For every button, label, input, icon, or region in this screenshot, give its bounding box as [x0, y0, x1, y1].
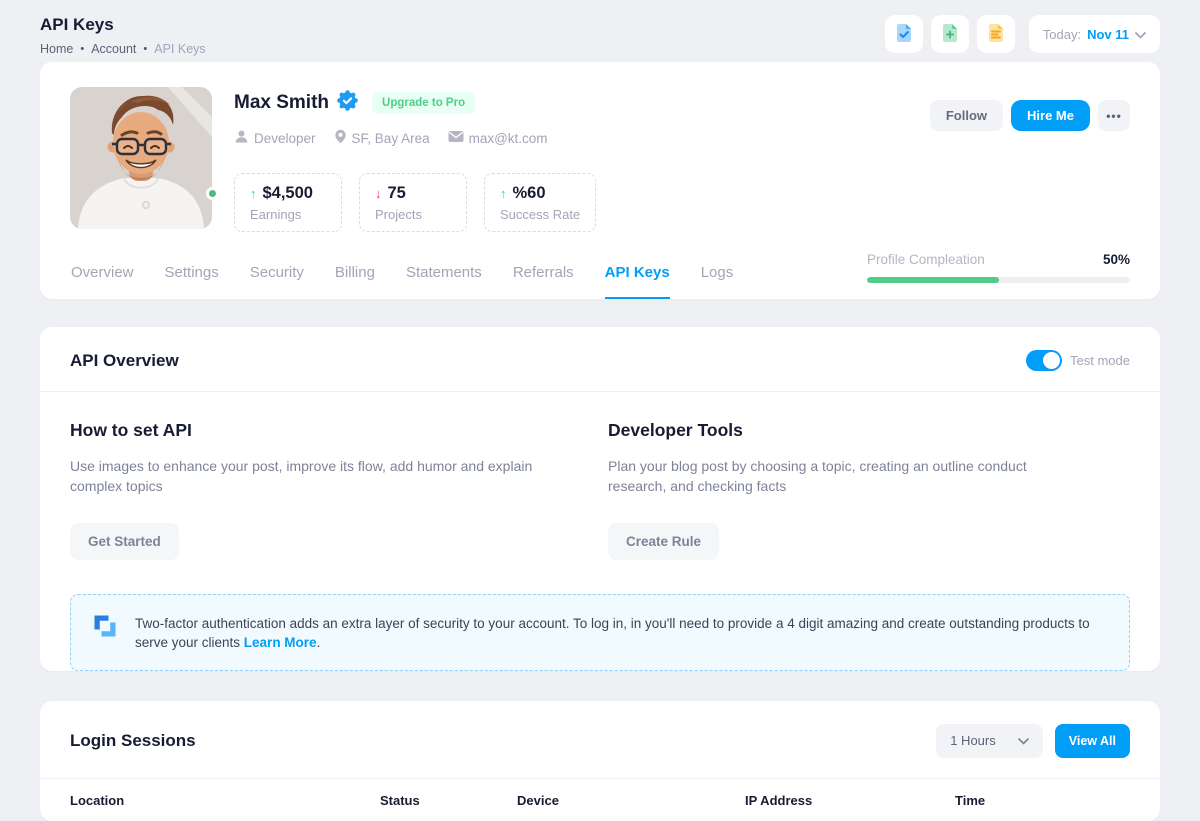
chevron-down-icon: [1135, 27, 1146, 42]
trend-down-icon: ↓: [375, 186, 382, 201]
notice-text: Two-factor authentication adds an extra …: [135, 612, 1109, 653]
stat-label: Projects: [375, 207, 451, 222]
sessions-actions: 1 Hours View All: [936, 724, 1130, 758]
doc-check-button[interactable]: [885, 15, 923, 53]
more-options-button[interactable]: •••: [1098, 100, 1130, 131]
stat-projects: ↓ 75 Projects: [359, 173, 467, 232]
crop-logo-icon: [91, 612, 119, 645]
verified-badge-icon: [337, 90, 358, 116]
column-location: Location: [70, 793, 380, 808]
date-value: Nov 11: [1087, 27, 1129, 42]
profile-stats: ↑ $4,500 Earnings ↓ 75 Projects: [234, 173, 1130, 232]
mail-icon: [448, 130, 464, 146]
doc-check-icon: [894, 23, 914, 46]
breadcrumb-account[interactable]: Account: [91, 42, 136, 56]
column-device: Device: [517, 793, 745, 808]
stat-value: 75: [388, 184, 406, 203]
get-started-button[interactable]: Get Started: [70, 523, 179, 560]
topbar-actions: Today: Nov 11: [885, 15, 1160, 53]
progress-label: Profile Compleation: [867, 252, 985, 267]
online-status-dot: [206, 187, 219, 200]
tab-referrals[interactable]: Referrals: [513, 264, 574, 299]
hire-me-button[interactable]: Hire Me: [1011, 100, 1090, 131]
profile-meta: Developer SF, Bay Area max@kt.com: [234, 129, 1130, 147]
tab-settings[interactable]: Settings: [165, 264, 219, 299]
avatar-illustration: [70, 87, 212, 229]
sessions-table-header: Location Status Device IP Address Time: [40, 779, 1160, 808]
period-value: 1 Hours: [950, 733, 996, 748]
profile-actions: Follow Hire Me •••: [930, 100, 1130, 131]
trend-up-icon: ↑: [250, 186, 257, 201]
page: API Keys Home • Account • API Keys: [0, 0, 1200, 800]
breadcrumb-dot: •: [143, 43, 147, 55]
api-overview-card: API Overview Test mode How to set API Us…: [40, 327, 1160, 671]
section-body: Plan your blog post by choosing a topic,…: [608, 457, 1076, 497]
test-mode-label: Test mode: [1070, 353, 1130, 368]
column-status: Status: [380, 793, 517, 808]
progress-value: 50%: [1103, 252, 1130, 267]
meta-role-label: Developer: [254, 131, 316, 146]
avatar: [70, 87, 212, 229]
login-sessions-title: Login Sessions: [70, 731, 196, 751]
notice-text-suffix: .: [317, 635, 321, 650]
login-sessions-card: Login Sessions 1 Hours View All Location…: [40, 701, 1160, 821]
view-all-button[interactable]: View All: [1055, 724, 1130, 758]
test-mode-toggle[interactable]: [1026, 350, 1062, 371]
meta-location: SF, Bay Area: [334, 129, 430, 147]
meta-email-label: max@kt.com: [469, 131, 548, 146]
breadcrumb: Home • Account • API Keys: [40, 42, 206, 56]
meta-email: max@kt.com: [448, 130, 548, 146]
api-overview-title: API Overview: [70, 351, 179, 371]
tab-security[interactable]: Security: [250, 264, 304, 299]
meta-location-label: SF, Bay Area: [352, 131, 430, 146]
topbar: API Keys Home • Account • API Keys: [40, 0, 1160, 60]
tab-statements[interactable]: Statements: [406, 264, 482, 299]
breadcrumb-current: API Keys: [154, 42, 205, 56]
stat-label: Success Rate: [500, 207, 580, 222]
learn-more-link[interactable]: Learn More: [244, 635, 317, 650]
column-time: Time: [955, 793, 1130, 808]
tab-billing[interactable]: Billing: [335, 264, 375, 299]
stat-label: Earnings: [250, 207, 326, 222]
doc-plus-button[interactable]: [931, 15, 969, 53]
column-ip-address: IP Address: [745, 793, 955, 808]
stat-value: %60: [513, 184, 546, 203]
topbar-left: API Keys Home • Account • API Keys: [40, 15, 206, 56]
stat-value: $4,500: [263, 184, 313, 203]
tab-overview[interactable]: Overview: [71, 264, 134, 299]
period-select[interactable]: 1 Hours: [936, 724, 1043, 758]
section-title: How to set API: [70, 420, 608, 441]
create-rule-button[interactable]: Create Rule: [608, 523, 719, 560]
tab-api-keys[interactable]: API Keys: [605, 264, 670, 299]
tab-logs[interactable]: Logs: [701, 264, 734, 299]
date-label: Today:: [1043, 27, 1081, 42]
stat-earnings: ↑ $4,500 Earnings: [234, 173, 342, 232]
profile-completion: Profile Compleation 50%: [867, 252, 1130, 283]
chevron-down-icon: [1018, 733, 1029, 748]
pin-icon: [334, 129, 347, 147]
test-mode-control: Test mode: [1026, 350, 1130, 371]
breadcrumb-dot: •: [80, 43, 84, 55]
trend-up-icon: ↑: [500, 186, 507, 201]
section-body: Use images to enhance your post, improve…: [70, 457, 538, 497]
breadcrumb-home[interactable]: Home: [40, 42, 73, 56]
section-title: Developer Tools: [608, 420, 1146, 441]
doc-lines-icon: [986, 23, 1006, 46]
doc-plus-icon: [940, 23, 960, 46]
stat-success-rate: ↑ %60 Success Rate: [484, 173, 596, 232]
profile-name: Max Smith: [234, 92, 329, 114]
user-icon: [234, 129, 249, 147]
progress-bar: [867, 277, 1130, 283]
page-title: API Keys: [40, 15, 206, 35]
upgrade-to-pro-badge[interactable]: Upgrade to Pro: [372, 92, 475, 114]
api-columns: How to set API Use images to enhance you…: [40, 392, 1160, 560]
doc-lines-button[interactable]: [977, 15, 1015, 53]
profile-card: Max Smith Up: [40, 62, 1160, 299]
developer-tools-section: Developer Tools Plan your blog post by c…: [608, 420, 1146, 560]
two-factor-notice: Two-factor authentication adds an extra …: [70, 594, 1130, 671]
follow-button[interactable]: Follow: [930, 100, 1003, 131]
meta-role: Developer: [234, 129, 316, 147]
date-selector[interactable]: Today: Nov 11: [1029, 15, 1160, 53]
how-to-set-api-section: How to set API Use images to enhance you…: [70, 420, 608, 560]
